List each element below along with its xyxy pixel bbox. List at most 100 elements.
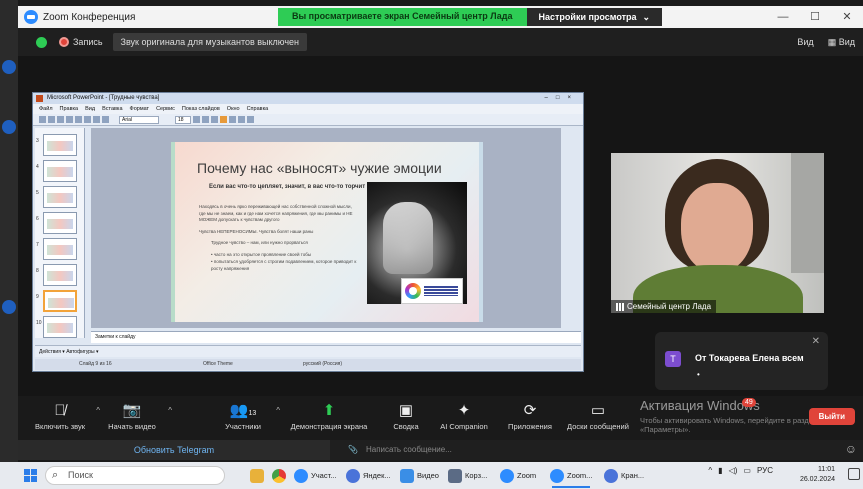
update-telegram-button[interactable]: Обновить Telegram	[18, 440, 330, 460]
font-name-field[interactable]: Arial	[119, 115, 159, 124]
telegram-message-input[interactable]: 📎 Написать сообщение...	[348, 440, 788, 460]
bold-icon[interactable]	[193, 116, 200, 123]
leave-button[interactable]: Выйти	[808, 408, 855, 425]
taskbar-app-explorer[interactable]	[250, 466, 264, 485]
ppt-window-controls[interactable]: –□×	[545, 93, 579, 104]
current-slide[interactable]: Почему нас «выносят» чужие эмоции Если в…	[171, 142, 483, 322]
chevron-up-icon[interactable]: ^	[168, 406, 172, 415]
taskbar-app-chrome[interactable]	[272, 466, 286, 485]
taskbar-app-7[interactable]: Кран...	[604, 466, 644, 485]
slide-notes-field[interactable]: Заметки к слайду	[91, 331, 581, 343]
network-icon[interactable]: ▮	[718, 466, 722, 475]
app-icon	[448, 468, 462, 483]
ppt-menu-item[interactable]: Вставка	[102, 104, 122, 114]
lang-indicator[interactable]: РУС	[757, 466, 773, 475]
taskbar-app-label: Участ...	[311, 471, 337, 480]
taskbar-search[interactable]: Поиск	[45, 466, 225, 485]
screen-root: Zoom Конференция Вы просматриваете экран…	[0, 0, 863, 489]
powerpoint-window: Microsoft PowerPoint - [Трудные чувства]…	[32, 92, 584, 372]
participant-video-tile[interactable]: Семейный центр Лада	[611, 153, 824, 313]
minimize-button[interactable]: —	[767, 6, 799, 28]
emoji-icon[interactable]: ☺	[845, 442, 857, 456]
maximize-button[interactable]: ☐	[799, 6, 831, 28]
battery-icon[interactable]: ▭	[743, 466, 751, 475]
align-center-icon[interactable]	[238, 116, 245, 123]
chevron-up-icon[interactable]: ^	[276, 406, 280, 415]
view-options-button[interactable]: Настройки просмотра ⌄	[526, 8, 663, 26]
slide-number: 10	[36, 320, 42, 326]
ppt-menu-item[interactable]: Сервис	[156, 104, 175, 114]
notifications-icon[interactable]	[848, 468, 860, 480]
chevron-up-icon[interactable]: ^	[96, 406, 100, 415]
ppt-window-title: Microsoft PowerPoint - [Трудные чувства]	[47, 95, 160, 101]
windows-start-icon[interactable]	[24, 469, 37, 482]
font-color-icon[interactable]	[247, 116, 254, 123]
ppt-menu-item[interactable]: Формат	[130, 104, 150, 114]
taskbar-app-3[interactable]: Видео	[400, 466, 439, 485]
slide-thumbnail[interactable]	[43, 212, 77, 234]
copy-icon[interactable]	[102, 116, 109, 123]
summary-button[interactable]: ▣ Сводка	[386, 400, 426, 431]
cut-icon[interactable]	[93, 116, 100, 123]
ppt-menu-item[interactable]: Вид	[85, 104, 95, 114]
ppt-menu-item[interactable]: Окно	[227, 104, 240, 114]
taskbar-app-2[interactable]: Яндек...	[346, 466, 391, 485]
open-icon[interactable]	[48, 116, 55, 123]
share-screen-icon: ⬆	[322, 402, 336, 419]
slide-thumbnail[interactable]	[43, 186, 77, 208]
unmute-button[interactable]: 🎙̸ ^ Включить звук	[32, 400, 100, 431]
security-shield-icon[interactable]	[36, 36, 47, 48]
volume-icon[interactable]: ◁)	[729, 466, 738, 475]
taskbar-app-1[interactable]: Участ...	[294, 466, 336, 485]
chat-notification[interactable]: ✕ Т От Токарева Елена всем •	[655, 332, 828, 390]
paperclip-icon[interactable]: 📎	[348, 440, 358, 460]
participant-name: Семейный центр Лада	[627, 302, 712, 311]
align-left-icon[interactable]	[229, 116, 236, 123]
slide-thumbnail[interactable]	[43, 238, 77, 260]
underline-icon[interactable]	[211, 116, 218, 123]
slide-number: 3	[36, 138, 39, 144]
taskbar-clock[interactable]: 11:01 26.02.2024	[800, 465, 835, 485]
slide-thumbnail[interactable]	[43, 160, 77, 182]
view-layout-button[interactable]: ▦ Вид	[828, 37, 855, 48]
windows-taskbar: Поиск Участ... Яндек... Видео Корз... Zo…	[0, 462, 863, 489]
summary-icon: ▣	[398, 402, 414, 419]
view-button[interactable]: Вид	[797, 37, 813, 48]
highlight-icon[interactable]	[220, 116, 227, 123]
spell-icon[interactable]	[84, 116, 91, 123]
slide-thumbnail[interactable]	[43, 264, 77, 286]
chevron-up-icon[interactable]: ^	[708, 466, 712, 475]
app-icon	[550, 468, 564, 483]
taskbar-app-4[interactable]: Корз...	[448, 466, 487, 485]
font-size-field[interactable]: 18	[175, 115, 191, 124]
slide-thumbnail-selected[interactable]	[43, 290, 77, 312]
ppt-menu-item[interactable]: Файл	[39, 104, 53, 114]
start-video-button[interactable]: 📷 ^ Начать видео	[104, 400, 172, 431]
clock-date: 26.02.2024	[799, 476, 835, 483]
new-file-icon[interactable]	[39, 116, 46, 123]
ppt-menu-item[interactable]: Показ слайдов	[182, 104, 220, 114]
save-icon[interactable]	[57, 116, 64, 123]
share-screen-button[interactable]: ⬆ Демонстрация экрана	[284, 400, 374, 431]
ai-companion-button[interactable]: ✦ AI Companion	[434, 400, 494, 431]
italic-icon[interactable]	[202, 116, 209, 123]
whiteboard-button[interactable]: ▭ Доски сообщений	[562, 400, 634, 431]
ppt-menu-item[interactable]: Правка	[60, 104, 79, 114]
close-button[interactable]: ✕	[831, 6, 863, 28]
taskbar-app-6[interactable]: Zoom...	[550, 466, 592, 488]
participants-button[interactable]: 👥13 ^ Участники	[218, 400, 280, 431]
apps-button[interactable]: ⟳ Приложения	[500, 400, 560, 431]
recording-label[interactable]: Запись	[73, 37, 103, 47]
slide-thumbnail[interactable]	[43, 134, 77, 156]
preview-icon[interactable]	[75, 116, 82, 123]
taskbar-app-label: Кран...	[621, 471, 645, 480]
close-icon[interactable]: ✕	[812, 336, 820, 347]
app-icon	[604, 468, 618, 483]
drawing-toolbar[interactable]: Действия ▾ Автофигуры ▾	[35, 345, 581, 357]
ppt-menu-item[interactable]: Справка	[247, 104, 269, 114]
print-icon[interactable]	[66, 116, 73, 123]
grid-icon: ▦	[827, 36, 839, 47]
slide-thumbnail[interactable]	[43, 316, 77, 338]
taskbar-app-5[interactable]: Zoom	[500, 466, 536, 485]
ai-companion-label: AI Companion	[440, 422, 488, 431]
